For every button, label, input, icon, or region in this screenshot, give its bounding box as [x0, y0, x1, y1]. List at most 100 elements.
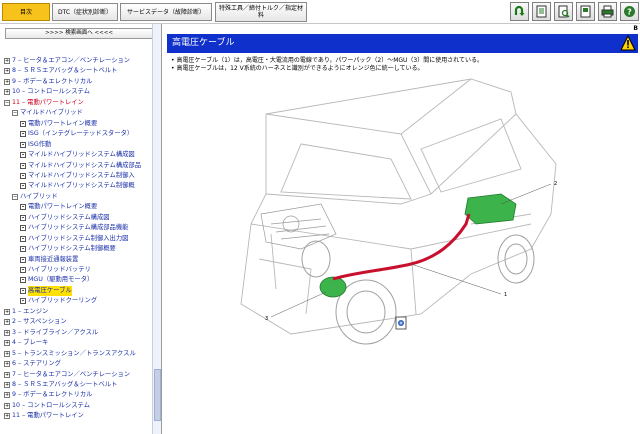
tree-item-label: 11 – 電動パワートレイン: [12, 412, 84, 420]
tree-item-label: ハイブリッドシステム構成図: [28, 213, 110, 221]
tree-item[interactable]: +5 – トランスミッション／トランスアクスル: [4, 349, 136, 359]
search-doc-button[interactable]: [554, 2, 573, 21]
tab-special-tools[interactable]: 特殊工具／締付トルク／指定材料: [215, 2, 307, 22]
tree-item-label: 高電圧ケーブル: [28, 285, 72, 296]
corner-mark: B: [633, 25, 638, 32]
collapse-icon[interactable]: −: [4, 99, 10, 106]
expand-icon[interactable]: +: [4, 392, 10, 399]
bullet-text: 高電圧ケーブルは，12 V系統のハーネスと識別ができるようにオレンジ色に統一して…: [176, 65, 424, 72]
scrollbar-thumb[interactable]: [154, 369, 161, 421]
expand-icon[interactable]: +: [4, 402, 10, 409]
printer-icon: [601, 5, 614, 18]
expand-icon[interactable]: +: [4, 371, 10, 378]
tree-item[interactable]: マイルドハイブリッドシステム構成部品: [20, 161, 141, 171]
page-icon: [536, 5, 547, 18]
tree-item-label: 2 – サスペンション: [12, 318, 67, 326]
tab-contents[interactable]: 目次: [2, 3, 50, 21]
page-button[interactable]: [532, 2, 551, 21]
expand-icon[interactable]: +: [4, 329, 10, 336]
tree-item[interactable]: +8 – ＳＲＳエアバッグ＆シートベルト: [4, 66, 117, 76]
tree-item[interactable]: ISG作動: [20, 140, 51, 150]
tree-item[interactable]: ハイブリッドシステム構成図: [20, 213, 110, 223]
page-icon: [20, 214, 26, 221]
tree-item-label: マイルドハイブリッドシステム構成部品: [28, 161, 142, 169]
expand-icon[interactable]: +: [4, 319, 10, 326]
callout-3: 3: [265, 316, 268, 322]
tree-item-label: 3 – ドライブライン／アクスル: [12, 328, 99, 336]
expand-icon[interactable]: +: [4, 89, 10, 96]
tree-item[interactable]: マイルドハイブリッドシステム構成図: [20, 150, 135, 160]
tree-item[interactable]: +10 – コントロールシステム: [4, 87, 90, 97]
tree-item-label: 8 – ＳＲＳエアバッグ＆シートベルト: [12, 67, 118, 75]
tree-item[interactable]: −11 – 電動パワートレイン: [4, 98, 84, 108]
sidebar-scrollbar[interactable]: [152, 24, 161, 434]
tab-service-data[interactable]: サービスデータ（故障診断）: [120, 3, 212, 21]
main-content: B 高電圧ケーブル • 高電圧ケーブル（1）は，高電圧・大電流用の電線であり，パ…: [163, 24, 640, 434]
tree-item[interactable]: ハイブリッドシステム制御概要: [20, 244, 116, 254]
tree-item[interactable]: − ハイブリッド: [12, 192, 58, 202]
back-icon: [514, 5, 525, 16]
expand-icon[interactable]: +: [4, 350, 10, 357]
page-icon: [20, 225, 26, 232]
help-button[interactable]: ?: [620, 2, 639, 21]
page-icon: [20, 141, 26, 148]
tree-item[interactable]: マイルドハイブリッドシステム制御概: [20, 181, 135, 191]
collapse-icon[interactable]: −: [12, 110, 18, 117]
tree-item[interactable]: +9 – ボデー＆エレクトリカル: [4, 390, 92, 400]
expand-icon[interactable]: +: [4, 68, 10, 75]
tree-item-label: 8 – ＳＲＳエアバッグ＆シートベルト: [12, 380, 118, 388]
back-button[interactable]: [510, 2, 529, 21]
tree-item[interactable]: ハイブリッドバッテリ: [20, 265, 91, 275]
tree-item-label: 車両接近通報装置: [28, 255, 79, 263]
page-icon: [20, 267, 26, 273]
collapse-icon[interactable]: −: [12, 193, 18, 200]
tree-item[interactable]: +7 – ヒータ＆エアコン／ベンチレーション: [4, 56, 130, 66]
tree-item[interactable]: 車両接近通報装置: [20, 255, 78, 265]
page-icon: [20, 246, 26, 253]
top-toolbar: 目次 DTC（症状別診断） サービスデータ（故障診断） 特殊工具／締付トルク／指…: [0, 0, 640, 24]
tree-item[interactable]: +4 – ブレーキ: [4, 338, 48, 348]
page-icon: [20, 152, 26, 159]
tree-item[interactable]: 電動パワートレイン概要: [20, 119, 97, 129]
tree-item[interactable]: ハイブリッドクーリング: [20, 296, 97, 306]
document-icon[interactable]: [395, 316, 407, 330]
tree-item[interactable]: +7 – ヒータ＆エアコン／ベンチレーション: [4, 370, 130, 380]
sidebar: >>>> 検索画面へ <<<< +7 – ヒータ＆エアコン／ベンチレーション +8…: [0, 24, 162, 434]
tree-item[interactable]: +3 – ドライブライン／アクスル: [4, 328, 98, 338]
tree-item[interactable]: MGU（駆動用モータ）: [20, 275, 93, 285]
expand-icon[interactable]: +: [4, 361, 10, 368]
tree-item[interactable]: ハイブリッドシステム構成部品機能: [20, 223, 128, 233]
tree-item[interactable]: +8 – ＳＲＳエアバッグ＆シートベルト: [4, 380, 117, 390]
tree-item[interactable]: +11 – 電動パワートレイン: [4, 411, 84, 421]
tree-item[interactable]: +2 – サスペンション: [4, 317, 67, 327]
expand-icon[interactable]: +: [4, 340, 10, 347]
print-preview-button[interactable]: [576, 2, 595, 21]
tree-item[interactable]: 高電圧ケーブル: [20, 285, 72, 296]
expand-icon[interactable]: +: [4, 413, 10, 420]
expand-icon[interactable]: +: [4, 381, 10, 388]
page-icon: [20, 131, 26, 138]
tree-item-label: ISG（インテグレーテッドスタータ）: [28, 130, 134, 138]
expand-icon[interactable]: +: [4, 58, 10, 64]
tree-item[interactable]: − マイルドハイブリッド: [12, 108, 83, 118]
tree-item[interactable]: 電動パワートレイン概要: [20, 202, 97, 212]
expand-icon[interactable]: +: [4, 78, 10, 85]
tree-item[interactable]: +6 – ステアリング: [4, 359, 61, 369]
search-screen-link[interactable]: >>>> 検索画面へ <<<<: [5, 28, 153, 39]
page-icon: [20, 287, 26, 294]
tree-item-label: ISG作動: [28, 140, 52, 148]
tree-item[interactable]: ハイブリッドシステム制御入出力図: [20, 234, 128, 244]
tree-item-label: ハイブリッドシステム制御入出力図: [28, 234, 129, 242]
tree-item[interactable]: +10 – コントロールシステム: [4, 401, 90, 411]
tab-dtc[interactable]: DTC（症状別診断）: [52, 3, 118, 21]
tree-item[interactable]: +1 – エンジン: [4, 307, 48, 317]
tree-item-label: 5 – トランスミッション／トランスアクスル: [12, 349, 136, 357]
tree-item-label: 6 – ステアリング: [12, 360, 61, 368]
tree-item-label: ハイブリッドシステム構成部品機能: [28, 224, 129, 232]
tree-item[interactable]: ISG（インテグレーテッドスタータ）: [20, 129, 133, 139]
tree-item-label: 7 – ヒータ＆エアコン／ベンチレーション: [12, 57, 131, 64]
expand-icon[interactable]: +: [4, 308, 10, 315]
print-button[interactable]: [598, 2, 617, 21]
tree-item[interactable]: +9 – ボデー＆エレクトリカル: [4, 77, 92, 87]
tree-item[interactable]: マイルドハイブリッドシステム制御入: [20, 171, 135, 181]
